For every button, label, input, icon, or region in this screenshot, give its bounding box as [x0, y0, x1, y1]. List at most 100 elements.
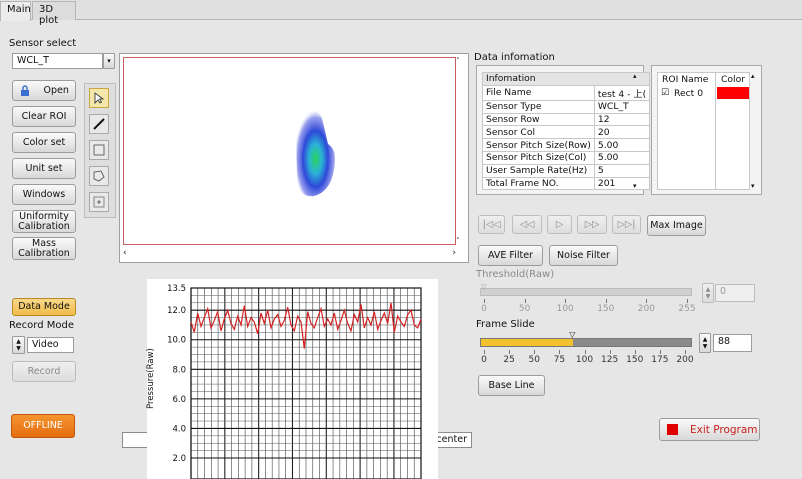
threshold-thumb-icon[interactable]: ▽	[481, 283, 486, 291]
scale-tick	[634, 350, 636, 354]
roi-color-header: Color	[721, 74, 745, 85]
pointer-tool-icon[interactable]	[89, 88, 109, 108]
ave-filter-button[interactable]: AVE Filter	[478, 245, 543, 266]
record-mode-value[interactable]: Video	[27, 337, 74, 353]
image-canvas[interactable]	[123, 57, 456, 245]
scroll-down-icon[interactable]: ˅	[456, 237, 460, 245]
scale-tick-label: 150	[626, 355, 644, 365]
base-line-button[interactable]: Base Line	[478, 375, 545, 396]
rewind-icon: ◁◁	[519, 218, 535, 230]
play-icon: ▷	[555, 218, 564, 230]
scale-tick	[687, 299, 688, 303]
scale-tick-label: 75	[553, 355, 566, 365]
table-row: User Sample Rate(Hz) 5	[482, 163, 651, 178]
scroll-left-icon[interactable]: ‹	[123, 248, 127, 258]
frame-slide-label: Frame Slide	[476, 319, 535, 330]
fast-forward-icon: ▷▷	[584, 218, 600, 230]
windows-button[interactable]: Windows	[12, 184, 76, 205]
skip-first-icon: |◁◁	[482, 218, 501, 230]
skip-last-icon: ▷▷|	[617, 218, 636, 230]
scale-tick-label: 200	[676, 355, 694, 365]
frame-stepper[interactable]: ▲ ▼	[699, 333, 711, 353]
data-info-scrollbar[interactable]: ▴ ▾	[632, 72, 642, 190]
horizontal-scrollbar[interactable]: ‹ ›	[123, 248, 456, 260]
vertical-scrollbar[interactable]: ˄ ˅	[455, 57, 466, 245]
frame-slide-slider[interactable]	[480, 338, 692, 347]
frame-slide-thumb-icon[interactable]: ▽	[569, 330, 575, 339]
line-tool-icon[interactable]	[89, 114, 109, 134]
scale-tick	[484, 350, 485, 354]
scroll-up-icon[interactable]: ˄	[456, 57, 460, 65]
mass-calibration-button[interactable]: Mass Calibration	[12, 237, 76, 260]
clear-roi-button[interactable]: Clear ROI	[12, 106, 76, 127]
table-row: Sensor Col 20	[482, 125, 651, 140]
y-tick-label: 8.0	[172, 365, 186, 375]
scroll-down-icon[interactable]: ▾	[751, 182, 755, 190]
chart-svg: 13.5 12.0 10.0 8.0 6.0 4.0 2.0	[167, 284, 422, 479]
threshold-stepper[interactable]: ▲ ▼	[702, 283, 714, 303]
frame-slide-fill	[481, 339, 574, 346]
scale-tick	[646, 299, 648, 303]
scroll-up-icon[interactable]: ▴	[751, 72, 755, 80]
roi-name-header: ROI Name	[662, 74, 709, 85]
open-button[interactable]: Open	[12, 80, 76, 101]
first-frame-button[interactable]: |◁◁	[478, 215, 505, 234]
unit-set-button[interactable]: Unit set	[12, 158, 76, 179]
tab-main[interactable]: Main	[0, 1, 31, 21]
rewind-button[interactable]: ◁◁	[512, 215, 542, 234]
color-set-button[interactable]: Color set	[12, 132, 76, 153]
data-info-panel: Infomation File Name test 4 - 上( Sensor T…	[476, 65, 651, 195]
scale-tick-label: 175	[651, 355, 669, 365]
roi-table: ROI Name Color ☑ Rect 0	[657, 72, 750, 190]
scale-tick-label: 100	[575, 355, 594, 365]
roi-color-swatch[interactable]	[717, 87, 749, 99]
last-frame-button[interactable]: ▷▷|	[612, 215, 641, 234]
y-axis-label: Pressure(Raw)	[146, 348, 156, 409]
roi-row-name: Rect 0	[674, 88, 704, 99]
scale-tick	[605, 299, 607, 303]
scale-tick-label: 255	[678, 304, 696, 314]
scale-tick-label: 50	[528, 355, 540, 365]
table-row: Sensor Pitch Size(Row) 5.00	[482, 138, 651, 152]
y-tick-label: 12.0	[167, 306, 186, 316]
sensor-select-value[interactable]: WCL_T	[12, 53, 103, 69]
open-label: Open	[43, 84, 69, 96]
noise-filter-button[interactable]: Noise Filter	[549, 245, 618, 266]
scale-tick	[524, 299, 526, 303]
tab-3d-plot[interactable]: 3D plot	[32, 1, 76, 26]
offline-button[interactable]: OFFLINE	[11, 414, 75, 438]
y-tick-label: 2.0	[172, 454, 186, 464]
point-tool-icon[interactable]	[89, 192, 109, 212]
rectangle-tool-icon[interactable]	[89, 140, 109, 160]
roi-row-checkbox[interactable]: ☑	[661, 88, 669, 98]
frame-slide-scale: 0 25 50 75 100 125 150 175 200	[481, 350, 694, 365]
record-button[interactable]: Record	[12, 361, 76, 382]
data-info-title: Data infomation	[474, 52, 555, 63]
scale-tick	[484, 299, 485, 303]
y-tick-label: 10.0	[167, 336, 186, 346]
threshold-label: Threshold(Raw)	[476, 269, 555, 280]
threshold-value[interactable]: 0	[715, 284, 755, 302]
pressure-image-view[interactable]: ˄ ˅ ‹ ›	[119, 53, 469, 263]
record-mode-stepper[interactable]: ▲ ▼	[12, 336, 25, 354]
polygon-tool-icon[interactable]	[89, 166, 109, 186]
scale-tick-label: 125	[601, 355, 619, 365]
record-mode-label: Record Mode	[9, 320, 74, 331]
play-button[interactable]: ▷	[547, 215, 572, 234]
scroll-right-icon[interactable]: ›	[452, 248, 456, 258]
frame-value[interactable]: 88	[713, 334, 752, 352]
scroll-down-icon[interactable]: ▾	[633, 182, 637, 190]
pressure-chart: 13.5 12.0 10.0 8.0 6.0 4.0 2.0 Pressure(Raw)	[146, 279, 438, 479]
uniformity-calibration-button[interactable]: Uniformity Calibration	[12, 210, 76, 233]
threshold-slider[interactable]	[480, 288, 692, 296]
sensor-select-dropdown-icon[interactable]: ▾	[103, 53, 115, 69]
scale-tick	[609, 350, 611, 354]
y-tick-label: 6.0	[172, 395, 186, 405]
forward-button[interactable]: ▷▷	[577, 215, 607, 234]
scroll-up-icon[interactable]: ▴	[633, 72, 637, 80]
exit-program-button[interactable]: Exit Program	[659, 418, 760, 441]
stop-icon	[667, 424, 678, 435]
max-image-button[interactable]: Max Image	[647, 215, 706, 236]
data-mode-button[interactable]: Data Mode	[12, 298, 76, 316]
roi-scrollbar[interactable]: ▴ ▾	[750, 72, 760, 190]
